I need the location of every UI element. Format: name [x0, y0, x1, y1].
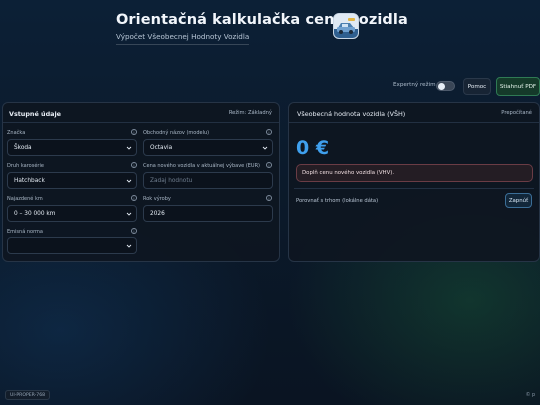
chevron-down-icon [126, 212, 132, 216]
body-label: Druh karosérie [7, 163, 44, 169]
vehicle-value-amount: 0 € [296, 137, 330, 159]
model-select[interactable]: Octavia [143, 139, 273, 156]
year-input[interactable]: 2026 [143, 205, 273, 222]
chevron-down-icon [262, 146, 268, 150]
emission-label: Emisná norma [7, 229, 43, 235]
expert-mode-label: Expertný režim [393, 82, 436, 88]
car-logo-icon [333, 13, 359, 39]
brand-label: Značka [7, 130, 26, 136]
body-select[interactable]: Hatchback [7, 172, 137, 189]
result-card-header: Všeobecná hodnota vozidla (VŠH) Prepočít… [289, 103, 539, 123]
app-root: Orientačná kalkulačka ceny vozidla Výpoč… [0, 0, 540, 405]
compare-market-label: Porovnať s trhom (lokálne dáta) [296, 198, 379, 204]
info-icon[interactable]: i [131, 129, 137, 135]
build-badge: UI-PROPER-768 [5, 390, 51, 400]
info-icon[interactable]: i [131, 162, 137, 168]
status-badge: Prepočítané [501, 110, 532, 116]
brand-value: Škoda [14, 144, 32, 151]
result-card-title: Všeobecná hodnota vozidla (VŠH) [297, 110, 406, 118]
download-pdf-button[interactable]: Stiahnuť PDF [496, 77, 540, 96]
info-icon[interactable]: i [266, 129, 272, 135]
info-icon[interactable]: i [266, 162, 272, 168]
inputs-card-title: Vstupné údaje [9, 110, 61, 118]
new-price-label: Cena nového vozidla v aktuálnej výbave (… [143, 163, 261, 169]
expert-mode-toggle[interactable] [436, 81, 455, 91]
compare-enable-button[interactable]: Zapnúť [505, 193, 532, 208]
missing-price-alert: Doplň cenu nového vozidla (VHV). [296, 164, 533, 182]
year-value: 2026 [150, 210, 165, 217]
year-label: Rok výroby [143, 196, 171, 202]
info-icon[interactable]: i [131, 195, 137, 201]
info-icon[interactable]: i [131, 228, 137, 234]
brand-select[interactable]: Škoda [7, 139, 137, 156]
result-card: Všeobecná hodnota vozidla (VŠH) Prepočít… [288, 102, 540, 262]
copyright-text: © p [525, 393, 535, 398]
new-price-input[interactable]: Zadaj hodnotu [143, 172, 273, 189]
chevron-down-icon [126, 146, 132, 150]
help-button[interactable]: Pomoc [463, 78, 491, 95]
mileage-select[interactable]: 0 – 30 000 km [7, 205, 137, 222]
page-title: Orientačná kalkulačka ceny vozidla [116, 12, 408, 28]
info-icon[interactable]: i [266, 195, 272, 201]
chevron-down-icon [126, 244, 132, 248]
body-value: Hatchback [14, 177, 45, 184]
emission-select[interactable] [7, 237, 137, 254]
mode-indicator: Režim: Základný [228, 110, 272, 116]
result-divider [294, 188, 534, 189]
mileage-label: Najazdené km [7, 196, 43, 202]
mileage-value: 0 – 30 000 km [14, 210, 56, 217]
new-price-placeholder: Zadaj hodnotu [150, 177, 193, 184]
page-subtitle: Výpočet Všeobecnej Hodnoty Vozidla [116, 32, 250, 45]
toggle-knob [438, 83, 445, 90]
inputs-card-header: Vstupné údaje Režim: Základný [3, 103, 279, 123]
model-value: Octavia [150, 144, 173, 151]
chevron-down-icon [126, 179, 132, 183]
model-label: Obchodný názov (modelu) [143, 130, 210, 136]
